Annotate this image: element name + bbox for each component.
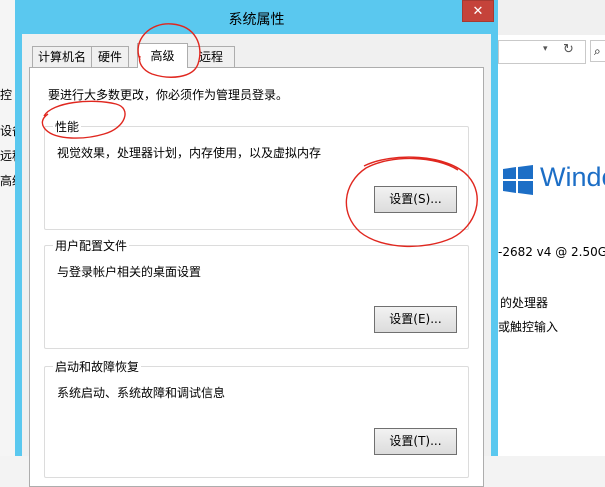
tab-computer-name[interactable]: 计算机名: [32, 46, 92, 67]
tab-advanced[interactable]: 高级: [137, 43, 188, 68]
search-icon[interactable]: ⌕: [590, 40, 605, 62]
startup-recovery-group-title: 启动和故障恢复: [53, 358, 142, 375]
close-button[interactable]: ✕: [462, 0, 494, 22]
advanced-tab-panel: 要进行大多数更改，你必须作为管理员登录。 性能 视觉效果，处理器计划，内存使用，…: [29, 67, 484, 487]
performance-group: 性能 视觉效果，处理器计划，内存使用，以及虚拟内存 设置(S)...: [44, 118, 469, 230]
startup-recovery-settings-button[interactable]: 设置(T)...: [374, 428, 457, 455]
startup-recovery-description: 系统启动、系统故障和调试信息: [57, 386, 226, 400]
refresh-icon[interactable]: ↻: [563, 42, 574, 57]
performance-group-title: 性能: [53, 118, 82, 135]
windows-logo-icon: [503, 165, 533, 195]
system-properties-dialog: 系统属性 ✕ 计算机名 硬件 高级 远程 要进行大多数更改，你必须作为管理员登录…: [15, 0, 498, 487]
dialog-title: 系统属性: [228, 12, 285, 28]
background-title-bar: [498, 0, 605, 35]
performance-description: 视觉效果，处理器计划，内存使用，以及虚拟内存: [57, 146, 322, 160]
user-profiles-settings-button[interactable]: 设置(E)...: [374, 306, 457, 333]
close-icon: ✕: [472, 4, 484, 19]
background-left-item[interactable]: 控: [0, 86, 12, 103]
user-profiles-description: 与登录帐户相关的桌面设置: [57, 265, 202, 279]
windows-logo-text: Windo: [540, 162, 605, 192]
tab-hardware[interactable]: 硬件: [91, 46, 129, 67]
dialog-client-area: 计算机名 硬件 高级 远程 要进行大多数更改，你必须作为管理员登录。 性能 视觉…: [22, 34, 491, 487]
admin-notice: 要进行大多数更改，你必须作为管理员登录。: [48, 88, 289, 102]
processor-text: 的处理器: [500, 296, 549, 310]
user-profiles-group-title: 用户配置文件: [53, 237, 130, 254]
chevron-down-icon[interactable]: ▾: [543, 44, 548, 54]
tab-remote[interactable]: 远程: [187, 46, 235, 67]
startup-recovery-group: 启动和故障恢复 系统启动、系统故障和调试信息 设置(T)...: [44, 358, 469, 478]
performance-settings-button[interactable]: 设置(S)...: [374, 186, 457, 213]
user-profiles-group: 用户配置文件 与登录帐户相关的桌面设置 设置(E)...: [44, 237, 469, 349]
touch-input-text: 或触控输入: [498, 320, 559, 334]
dialog-title-bar[interactable]: 系统属性 ✕: [15, 0, 498, 34]
cpu-info-text: -2682 v4 @ 2.50GH: [498, 245, 605, 259]
